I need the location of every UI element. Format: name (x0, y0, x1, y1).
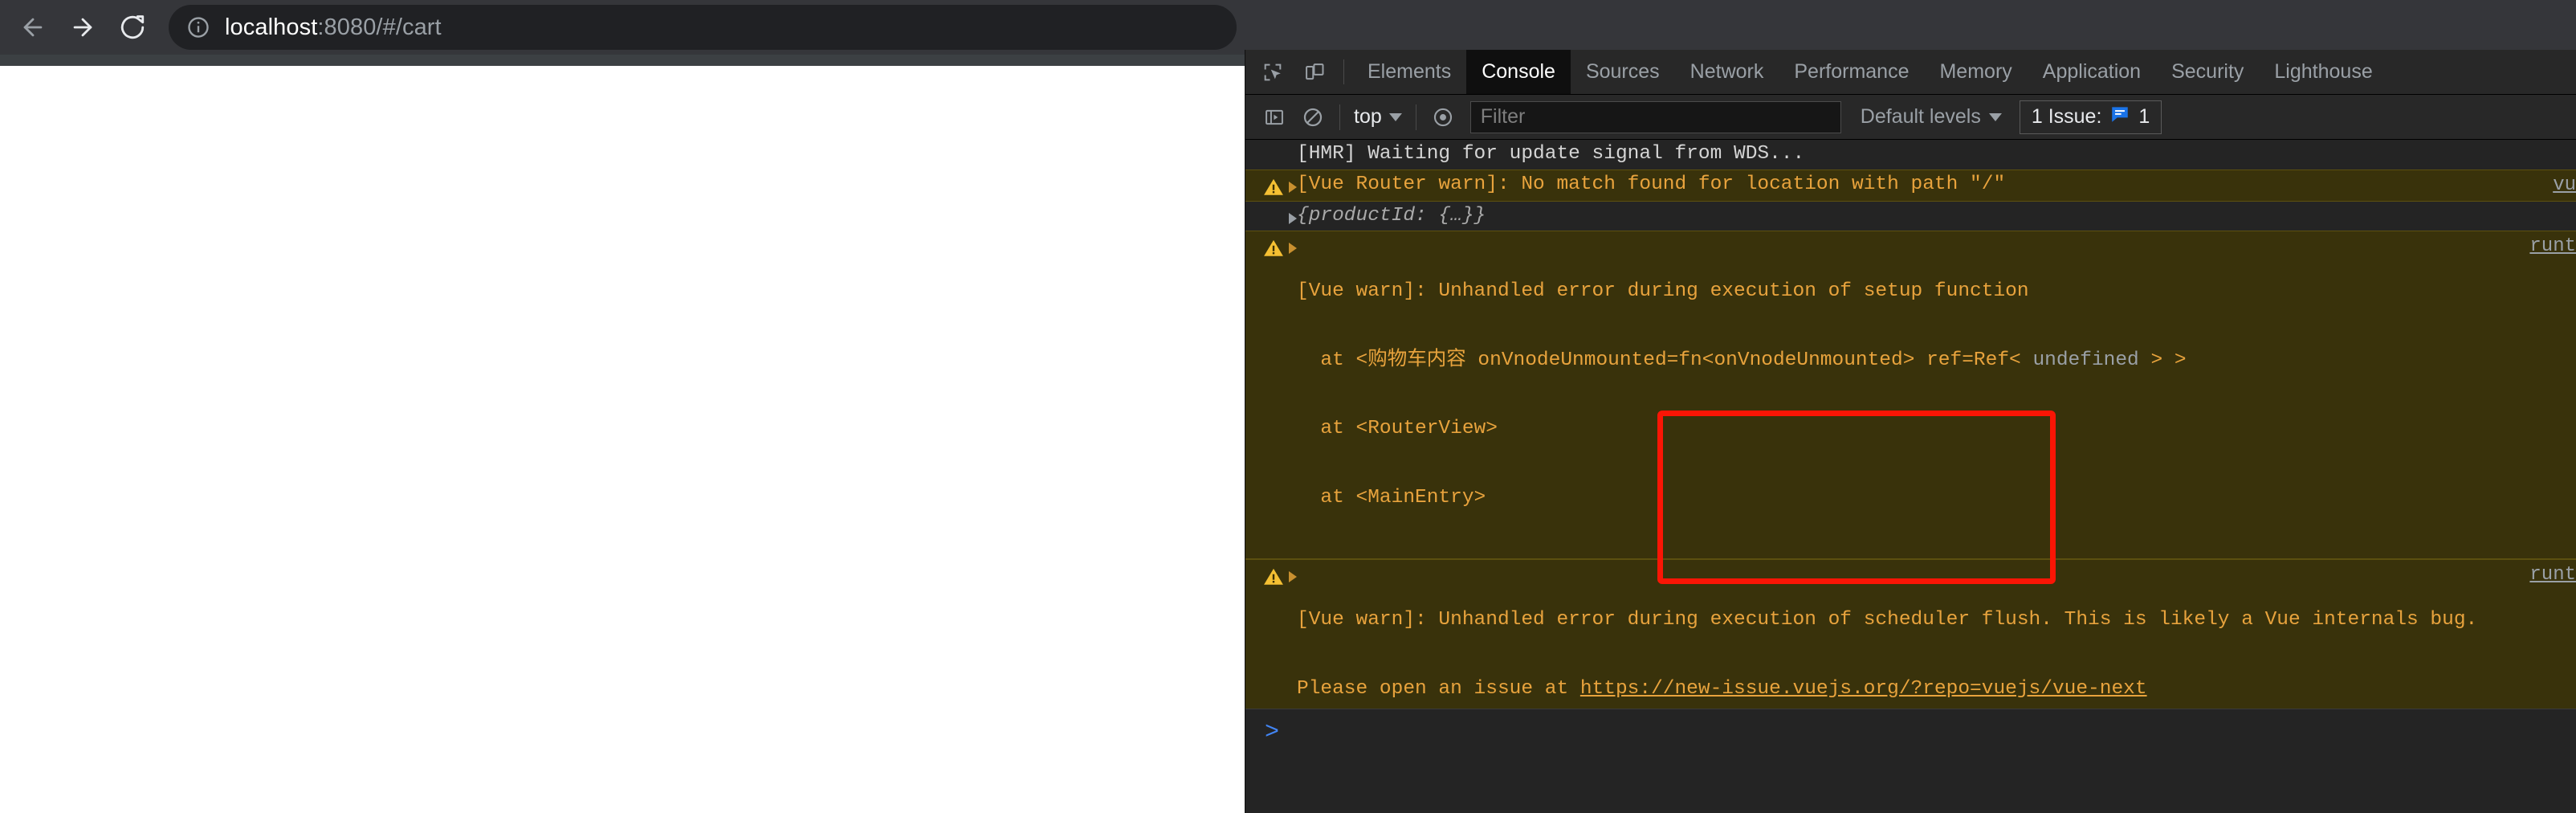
message-text: [HMR] Waiting for update signal from WDS… (1297, 143, 2576, 166)
issues-label: 1 Issue: (2031, 105, 2102, 128)
undefined-token: undefined (2032, 349, 2139, 371)
tab-application[interactable]: Application (2028, 50, 2156, 94)
chevron-down-icon (1988, 112, 2002, 121)
tab-lighthouse[interactable]: Lighthouse (2259, 50, 2387, 94)
message-text: [Vue warn]: Unhandled error during execu… (1297, 235, 2576, 555)
console-toolbar: top Filter Default levels 1 Issue: 1 (1245, 95, 2576, 140)
devtools-panel: Elements Console Sources Network Perform… (1245, 50, 2576, 813)
tab-elements[interactable]: Elements (1352, 50, 1466, 94)
tab-performance[interactable]: Performance (1779, 50, 1924, 94)
page-viewport (0, 66, 1245, 813)
message-gutter (1245, 174, 1297, 198)
warning-icon (1263, 238, 1284, 259)
message-line: [Vue warn]: Unhandled error during execu… (1297, 280, 2029, 302)
issue-url-link[interactable]: https://new-issue.vuejs.org/?repo=vuejs/… (1580, 678, 2147, 700)
devtools-tabbar: Elements Console Sources Network Perform… (1245, 50, 2576, 95)
browser-toolbar: localhost:8080/#/cart (0, 0, 2576, 55)
issues-count: 1 (2138, 105, 2150, 128)
log-levels-dropdown[interactable]: Default levels (1861, 105, 2002, 129)
address-bar-url: localhost:8080/#/cart (225, 14, 442, 41)
message-line: at <购物车内容 onVnodeUnmounted=fn<onVnodeUnm… (1297, 349, 2187, 371)
message-source-link[interactable]: runt (2529, 564, 2576, 587)
console-input-prompt[interactable]: > (1245, 709, 2576, 813)
tab-network[interactable]: Network (1675, 50, 1779, 94)
message-gutter (1245, 143, 1297, 145)
prompt-chevron-icon: > (1265, 719, 1280, 746)
expand-arrow-icon[interactable] (1289, 571, 1297, 582)
tab-security[interactable]: Security (2156, 50, 2259, 94)
message-gutter (1245, 563, 1297, 587)
console-message-warning[interactable]: [Vue warn]: Unhandled error during execu… (1245, 231, 2576, 559)
console-message-object[interactable]: {productId: {…}} (1245, 201, 2576, 231)
address-bar[interactable]: localhost:8080/#/cart (169, 5, 1237, 50)
address-bar-host: localhost (225, 14, 318, 40)
message-line: [HMR] Waiting for update signal from WDS… (1297, 143, 1805, 165)
live-expression-icon[interactable] (1424, 98, 1462, 137)
toolbar-divider (1343, 59, 1344, 84)
console-filter-input[interactable]: Filter (1469, 100, 1841, 133)
console-message-warning[interactable]: [Vue warn]: Unhandled error during execu… (1245, 559, 2576, 709)
tab-sources[interactable]: Sources (1571, 50, 1675, 94)
forward-arrow-icon[interactable] (58, 2, 108, 52)
message-line: at <RouterView> (1297, 418, 1498, 439)
console-filter-placeholder: Filter (1480, 105, 1526, 128)
issue-bubble-icon (2109, 104, 2130, 130)
message-text: {productId: {…}} (1297, 205, 2576, 228)
console-message-warning[interactable]: [Vue Router warn]: No match found for lo… (1245, 169, 2576, 202)
message-source-link[interactable]: runt (2529, 235, 2576, 259)
message-text: [Vue warn]: Unhandled error during execu… (1297, 563, 2576, 709)
message-gutter (1245, 205, 1297, 224)
console-message-info[interactable]: [HMR] Waiting for update signal from WDS… (1245, 140, 2576, 170)
inspect-element-icon[interactable] (1252, 50, 1294, 94)
execution-context-dropdown[interactable]: top (1347, 105, 1408, 129)
tab-memory[interactable]: Memory (1924, 50, 2027, 94)
issues-badge[interactable]: 1 Issue: 1 (2019, 100, 2162, 134)
back-arrow-icon[interactable] (8, 2, 58, 52)
expand-arrow-icon[interactable] (1289, 181, 1297, 193)
warning-icon (1263, 177, 1284, 198)
message-source-link[interactable]: vu (2553, 174, 2576, 198)
expand-arrow-icon[interactable] (1289, 243, 1297, 254)
message-line: Please open an issue at https://new-issu… (1297, 677, 2147, 700)
device-toolbar-icon[interactable] (1294, 50, 1335, 94)
warning-icon (1263, 566, 1284, 587)
message-line: at <MainEntry> (1297, 486, 1486, 509)
toolbar-divider (1339, 104, 1340, 130)
address-bar-path: :8080/#/cart (317, 14, 442, 40)
expand-arrow-icon[interactable] (1289, 212, 1297, 224)
site-information-icon[interactable] (186, 15, 210, 39)
console-sidebar-icon[interactable] (1255, 98, 1294, 137)
execution-context-label: top (1354, 105, 1382, 128)
message-text: [Vue Router warn]: No match found for lo… (1297, 174, 2576, 197)
chevron-down-icon (1388, 112, 1402, 121)
message-line: {productId: {…}} (1297, 204, 1486, 227)
message-line: [Vue Router warn]: No match found for lo… (1297, 173, 2006, 195)
console-message-list[interactable]: [HMR] Waiting for update signal from WDS… (1245, 140, 2576, 709)
screenshot-root: localhost:8080/#/cart Elements Console S… (0, 0, 2576, 813)
log-levels-label: Default levels (1860, 105, 1981, 128)
tab-console[interactable]: Console (1466, 50, 1571, 94)
message-gutter (1245, 235, 1297, 259)
reload-icon[interactable] (108, 2, 157, 52)
message-line: [Vue warn]: Unhandled error during execu… (1297, 609, 2478, 631)
clear-console-icon[interactable] (1294, 98, 1332, 137)
